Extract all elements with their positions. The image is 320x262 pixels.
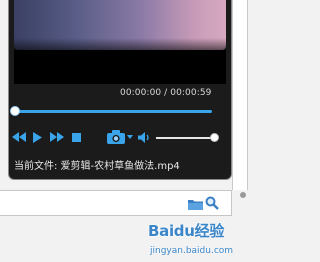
play-icon <box>33 131 42 143</box>
window-edge <box>232 0 248 190</box>
scroll-indicator <box>240 192 246 198</box>
volume-handle[interactable] <box>210 133 219 142</box>
open-folder-button[interactable] <box>188 195 203 214</box>
folder-icon <box>188 200 203 210</box>
speaker-icon <box>138 131 149 143</box>
stop-icon <box>72 132 81 142</box>
video-letterbox <box>14 50 226 84</box>
time-display: 00:00:00 / 00:00:59 <box>120 88 212 98</box>
current-file-label: 当前文件: 爱剪辑-农村草鱼做法.mp4 <box>14 161 180 172</box>
fast-forward-icon <box>50 132 64 142</box>
snapshot-menu-button[interactable] <box>127 130 133 144</box>
seek-bar[interactable] <box>14 110 212 113</box>
baidu-jingyan-watermark: Baidu经验 <box>148 222 225 240</box>
volume-slider[interactable] <box>156 137 214 139</box>
video-preview <box>14 0 226 50</box>
play-button[interactable] <box>33 130 42 144</box>
stop-button[interactable] <box>72 130 81 144</box>
watermark-url: jingyan.baidu.com <box>150 246 234 256</box>
mute-button[interactable] <box>138 130 151 144</box>
magnifier-icon <box>205 196 219 210</box>
search-button[interactable] <box>205 195 219 214</box>
snapshot-button[interactable] <box>107 130 125 144</box>
rewind-button[interactable] <box>12 130 26 144</box>
seek-handle[interactable] <box>10 106 20 116</box>
camera-icon <box>107 130 125 144</box>
chevron-down-icon <box>127 135 133 139</box>
rewind-icon <box>12 132 26 142</box>
fast-forward-button[interactable] <box>50 130 64 144</box>
